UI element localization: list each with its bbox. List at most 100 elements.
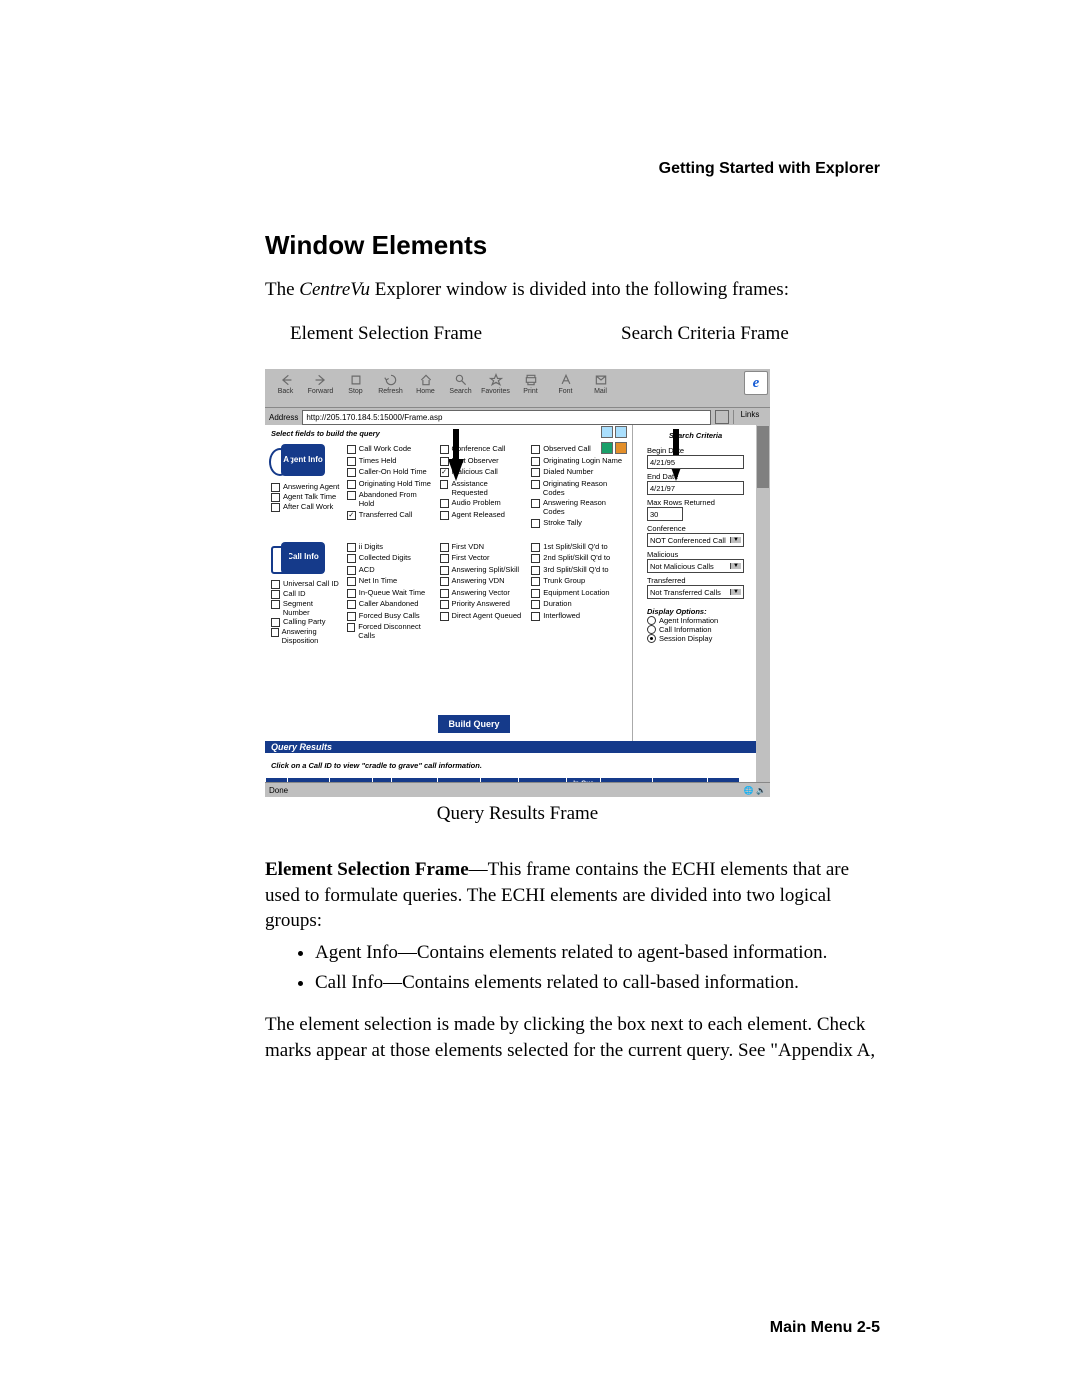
scrollbar[interactable] xyxy=(756,425,770,783)
links-button[interactable]: Links xyxy=(733,410,766,424)
field-checkbox[interactable]: Collected Digits xyxy=(347,553,434,563)
doc-header: Getting Started with Explorer xyxy=(659,160,880,178)
toolbar-refresh-button[interactable]: Refresh xyxy=(373,370,408,406)
display-option-radio[interactable]: Call Information xyxy=(647,625,744,634)
ie-toolbar: BackForwardStopRefreshHomeSearchFavorite… xyxy=(265,369,770,407)
field-checkbox[interactable]: Trunk Group xyxy=(531,576,626,586)
field-checkbox[interactable]: Net In Time xyxy=(347,576,434,586)
field-checkbox[interactable]: ACD xyxy=(347,565,434,575)
mini-palette xyxy=(600,425,640,457)
refresh-icon xyxy=(382,373,400,387)
field-checkbox[interactable]: Conference Call xyxy=(440,444,526,454)
field-checkbox[interactable]: Segment Number xyxy=(271,599,341,617)
display-options-title: Display Options: xyxy=(647,607,744,616)
agent-info-ribbon[interactable]: Agent Info xyxy=(281,444,325,476)
field-checkbox[interactable]: Originating Reason Codes xyxy=(531,479,626,497)
toolbar-back-button[interactable]: Back xyxy=(268,370,303,406)
display-option-radio[interactable]: Agent Information xyxy=(647,616,744,625)
end-date-input[interactable]: 4/21/97 xyxy=(647,481,744,495)
font-icon xyxy=(557,373,575,387)
bullet-call-info: Call Info—Contains elements related to c… xyxy=(315,972,880,994)
field-checkbox[interactable]: First VDN xyxy=(440,542,526,552)
field-checkbox[interactable]: Abandoned From Hold xyxy=(347,490,434,508)
field-checkbox[interactable]: First Vector xyxy=(440,553,526,563)
toolbar-favorites-button[interactable]: Favorites xyxy=(478,370,513,406)
toolbar-mail-button[interactable]: Mail xyxy=(583,370,618,406)
field-checkbox[interactable]: Assistance Requested xyxy=(440,479,526,497)
footer-page-number: Main Menu 2-5 xyxy=(770,1319,880,1337)
field-checkbox[interactable]: Last Observer xyxy=(440,456,526,466)
field-checkbox[interactable]: Answering Disposition xyxy=(271,627,341,645)
address-bar: Address http://205.170.184.5:15000/Frame… xyxy=(265,407,770,426)
field-checkbox[interactable]: Forced Disconnect Calls xyxy=(347,622,434,640)
para-element-selection: Element Selection Frame—This frame conta… xyxy=(265,857,880,934)
arrow-right-icon xyxy=(312,373,330,387)
star-icon xyxy=(487,373,505,387)
stop-icon xyxy=(347,373,365,387)
field-checkbox[interactable]: Agent Released xyxy=(440,510,526,520)
toolbar-home-button[interactable]: Home xyxy=(408,370,443,406)
field-checkbox[interactable]: 3rd Split/Skill Q'd to xyxy=(531,565,626,575)
field-checkbox[interactable]: After Call Work xyxy=(271,502,341,512)
build-query-button[interactable]: Build Query xyxy=(438,715,510,733)
field-checkbox[interactable]: Answering VDN xyxy=(440,576,526,586)
field-checkbox[interactable]: Caller Abandoned xyxy=(347,599,434,609)
field-checkbox[interactable]: Answering Agent xyxy=(271,482,341,492)
query-results-bar: Query Results xyxy=(265,741,756,753)
display-option-radio[interactable]: Session Display xyxy=(647,634,744,643)
field-checkbox[interactable]: Caller-On Hold Time xyxy=(347,467,434,477)
closing-text: The element selection is made by clickin… xyxy=(265,1012,880,1063)
max-rows-label: Max Rows Returned xyxy=(647,498,744,507)
print-icon xyxy=(522,373,540,387)
page-title: Window Elements xyxy=(265,230,880,261)
malicious-select[interactable]: Not Malicious Calls▼ xyxy=(647,559,744,573)
field-checkbox[interactable]: Originating Hold Time xyxy=(347,479,434,489)
field-checkbox[interactable]: Interflowed xyxy=(531,611,626,621)
query-results-hint: Click on a Call ID to view "cradle to gr… xyxy=(271,761,482,770)
end-date-label: End Date xyxy=(647,472,744,481)
screenshot-figure: BackForwardStopRefreshHomeSearchFavorite… xyxy=(265,369,880,825)
malicious-label: Malicious xyxy=(647,550,744,559)
field-checkbox[interactable]: Stroke Tally xyxy=(531,518,626,528)
begin-date-input[interactable]: 4/21/95 xyxy=(647,455,744,469)
field-checkbox[interactable]: Times Held xyxy=(347,456,434,466)
field-checkbox[interactable]: Direct Agent Queued xyxy=(440,611,526,621)
field-checkbox[interactable]: ii Digits xyxy=(347,542,434,552)
field-checkbox[interactable]: Priority Answered xyxy=(440,599,526,609)
field-checkbox[interactable]: In-Queue Wait Time xyxy=(347,588,434,598)
field-checkbox[interactable]: Agent Talk Time xyxy=(271,492,341,502)
field-checkbox[interactable]: 1st Split/Skill Q'd to xyxy=(531,542,626,552)
field-checkbox[interactable]: ✓Malicious Call xyxy=(440,467,526,477)
address-input[interactable]: http://205.170.184.5:15000/Frame.asp xyxy=(302,410,711,425)
field-checkbox[interactable]: Call Work Code xyxy=(347,444,434,454)
toolbar-font-button[interactable]: Font xyxy=(548,370,583,406)
field-checkbox[interactable]: Equipment Location xyxy=(531,588,626,598)
toolbar-search-button[interactable]: Search xyxy=(443,370,478,406)
conference-select[interactable]: NOT Conferenced Call▼ xyxy=(647,533,744,547)
element-selection-frame: Select fields to build the query Agent I… xyxy=(265,425,633,741)
field-checkbox[interactable]: Calling Party xyxy=(271,617,341,627)
field-checkbox[interactable]: Answering Reason Codes xyxy=(531,498,626,516)
begin-date-label: Begin Date xyxy=(647,446,744,455)
address-label: Address xyxy=(269,413,298,422)
field-checkbox[interactable]: Call ID xyxy=(271,589,341,599)
search-criteria-title: Search Criteria xyxy=(647,431,744,440)
field-checkbox[interactable]: Forced Busy Calls xyxy=(347,611,434,621)
toolbar-stop-button[interactable]: Stop xyxy=(338,370,373,406)
toolbar-print-button[interactable]: Print xyxy=(513,370,548,406)
field-checkbox[interactable]: 2nd Split/Skill Q'd to xyxy=(531,553,626,563)
field-checkbox[interactable]: Originating Login Name xyxy=(531,456,626,466)
max-rows-input[interactable]: 30 xyxy=(647,507,683,521)
field-checkbox[interactable]: Answering Split/Skill xyxy=(440,565,526,575)
field-checkbox[interactable]: ✓Transferred Call xyxy=(347,510,434,520)
toolbar-forward-button[interactable]: Forward xyxy=(303,370,338,406)
address-dropdown-button[interactable] xyxy=(715,410,729,424)
call-info-ribbon[interactable]: Call Info xyxy=(281,542,325,574)
label-search-criteria: Search Criteria Frame xyxy=(621,323,789,345)
field-checkbox[interactable]: Universal Call ID xyxy=(271,579,341,589)
field-checkbox[interactable]: Audio Problem xyxy=(440,498,526,508)
field-checkbox[interactable]: Duration xyxy=(531,599,626,609)
transferred-select[interactable]: Not Transferred Calls▼ xyxy=(647,585,744,599)
field-checkbox[interactable]: Answering Vector xyxy=(440,588,526,598)
field-checkbox[interactable]: Dialed Number xyxy=(531,467,626,477)
